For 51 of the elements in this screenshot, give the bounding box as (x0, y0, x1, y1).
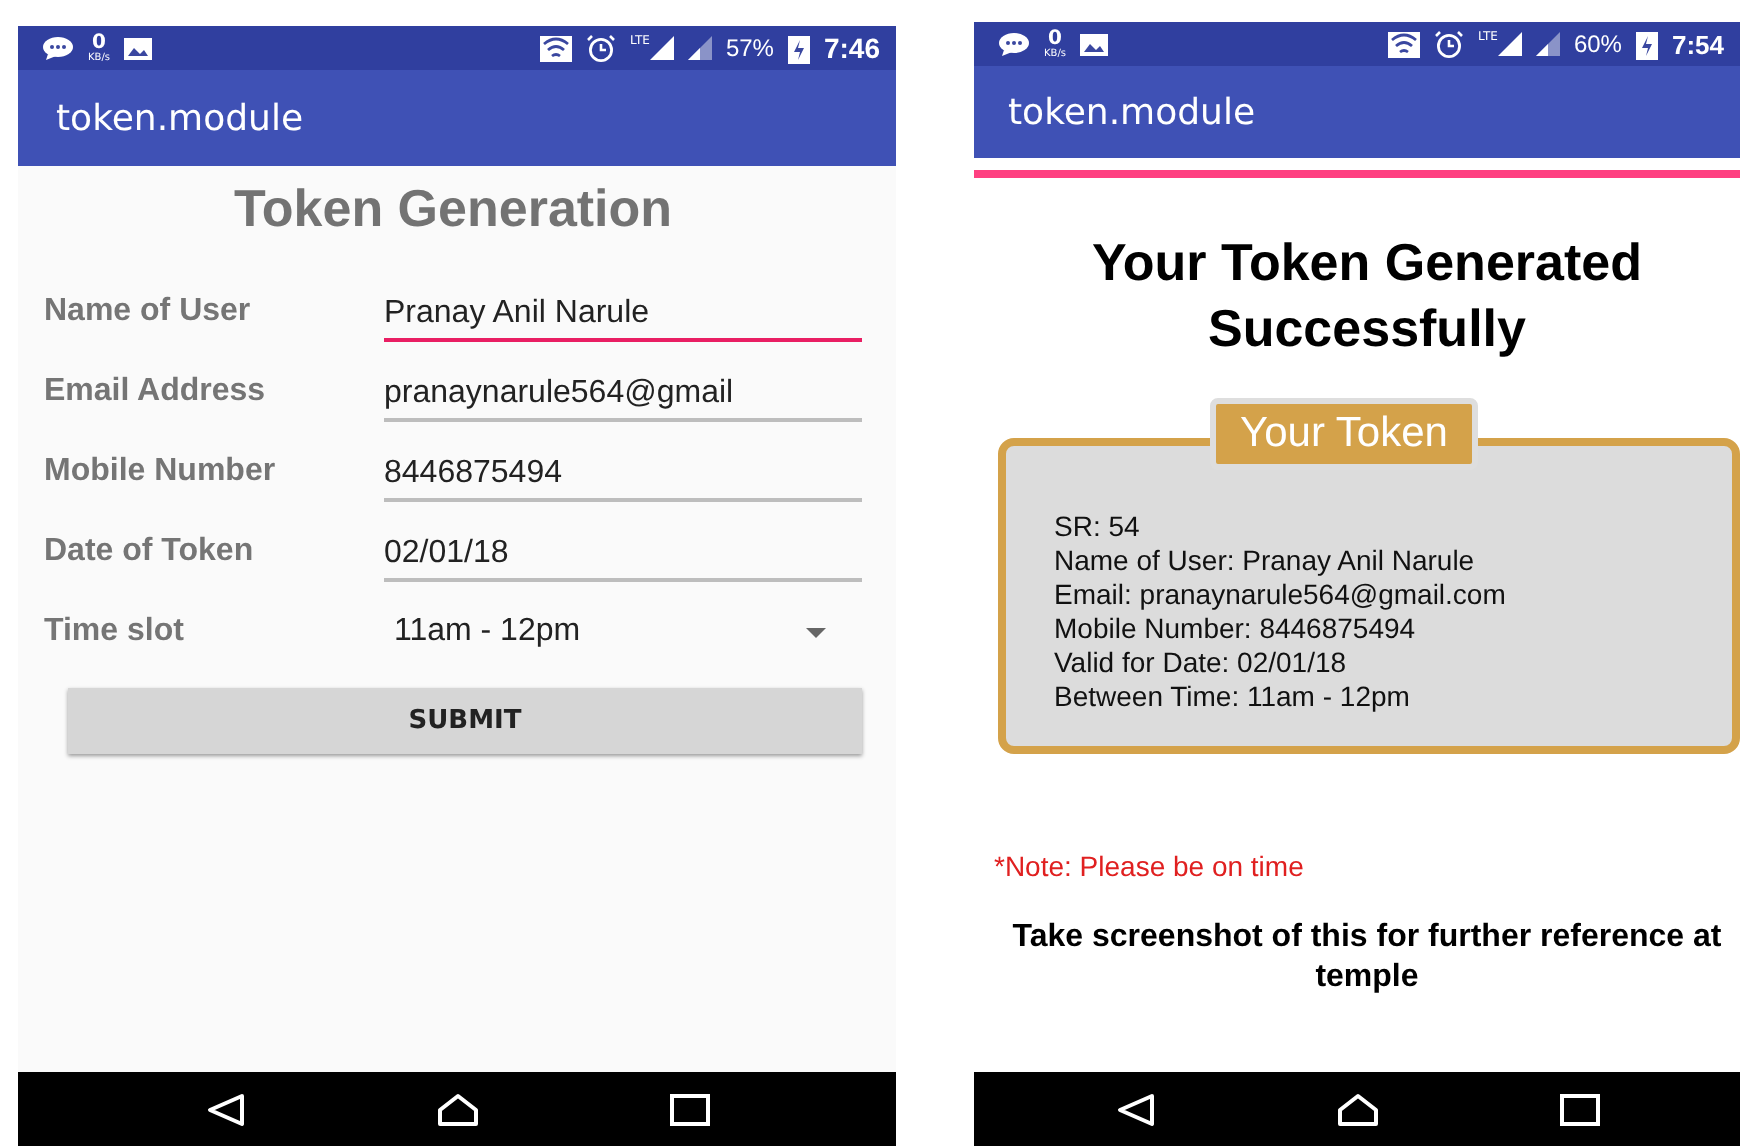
token-detail: SR: 54 (1054, 510, 1142, 544)
image-icon (124, 37, 152, 59)
text-field[interactable]: pranaynarule564@gmail (384, 363, 862, 421)
text-field[interactable]: 8446875494 (384, 443, 862, 501)
token-card-title: Your Token (1210, 398, 1478, 470)
note-text: *Note: Please be on time (994, 850, 1306, 882)
page-heading: Token Generation (231, 178, 675, 240)
submit-button[interactable]: SUBMIT (68, 688, 862, 754)
alarm-clock-icon (1433, 30, 1464, 58)
chat-bubble-icon (42, 36, 74, 60)
clock-time: 7:46 (823, 32, 880, 64)
image-icon (1080, 33, 1108, 55)
signal-icon (649, 36, 674, 60)
app-bar-title: token.module (974, 66, 1740, 158)
token-detail: Valid for Date: 02/01/18 (1054, 646, 1349, 680)
wifi-icon (1387, 31, 1420, 57)
signal-icon (1535, 32, 1560, 56)
text-field[interactable]: Pranay Anil Narule (384, 283, 862, 341)
token-detail: Email: pranaynarule564@gmail.com (1054, 578, 1508, 612)
field-label: Email Address (44, 374, 268, 410)
chat-bubble-icon (998, 32, 1030, 56)
token-detail: Name of User: Pranay Anil Narule (1054, 544, 1477, 578)
home-icon[interactable] (1335, 1091, 1379, 1127)
back-icon[interactable] (1115, 1091, 1155, 1127)
overview-icon[interactable] (669, 1093, 709, 1125)
alarm-clock-icon (585, 34, 616, 62)
success-heading: Your Token Generated Successfully (1090, 230, 1644, 362)
text-field[interactable]: 02/01/18 (384, 523, 862, 581)
token-detail: Between Time: 11am - 12pm (1054, 680, 1412, 714)
home-icon[interactable] (435, 1091, 479, 1127)
battery-level: 57% (725, 34, 774, 62)
battery-level: 60% (1573, 30, 1622, 58)
time-slot-dropdown[interactable]: 11am - 12pm (384, 602, 862, 662)
signal-icon (1497, 32, 1522, 56)
back-icon[interactable] (205, 1091, 245, 1127)
overview-icon[interactable] (1559, 1093, 1599, 1125)
battery-charging-icon (787, 33, 810, 63)
field-label: Date of Token (44, 534, 256, 570)
dropdown-caret-icon (806, 627, 826, 637)
clock-time: 7:54 (1671, 29, 1724, 59)
wifi-icon (539, 35, 572, 61)
token-detail: Mobile Number: 8446875494 (1054, 612, 1418, 646)
app-bar-title: token.module (18, 70, 896, 166)
field-label: Name of User (44, 294, 253, 330)
instruction-text: Take screenshot of this for further reference at temple (1010, 918, 1724, 998)
battery-charging-icon (1635, 29, 1658, 59)
field-label: Mobile Number (44, 454, 278, 490)
speed-value: 0 (92, 33, 106, 53)
signal-icon (687, 36, 712, 60)
field-label: Time slot (44, 614, 186, 650)
speed-value: 0 (1048, 29, 1062, 49)
